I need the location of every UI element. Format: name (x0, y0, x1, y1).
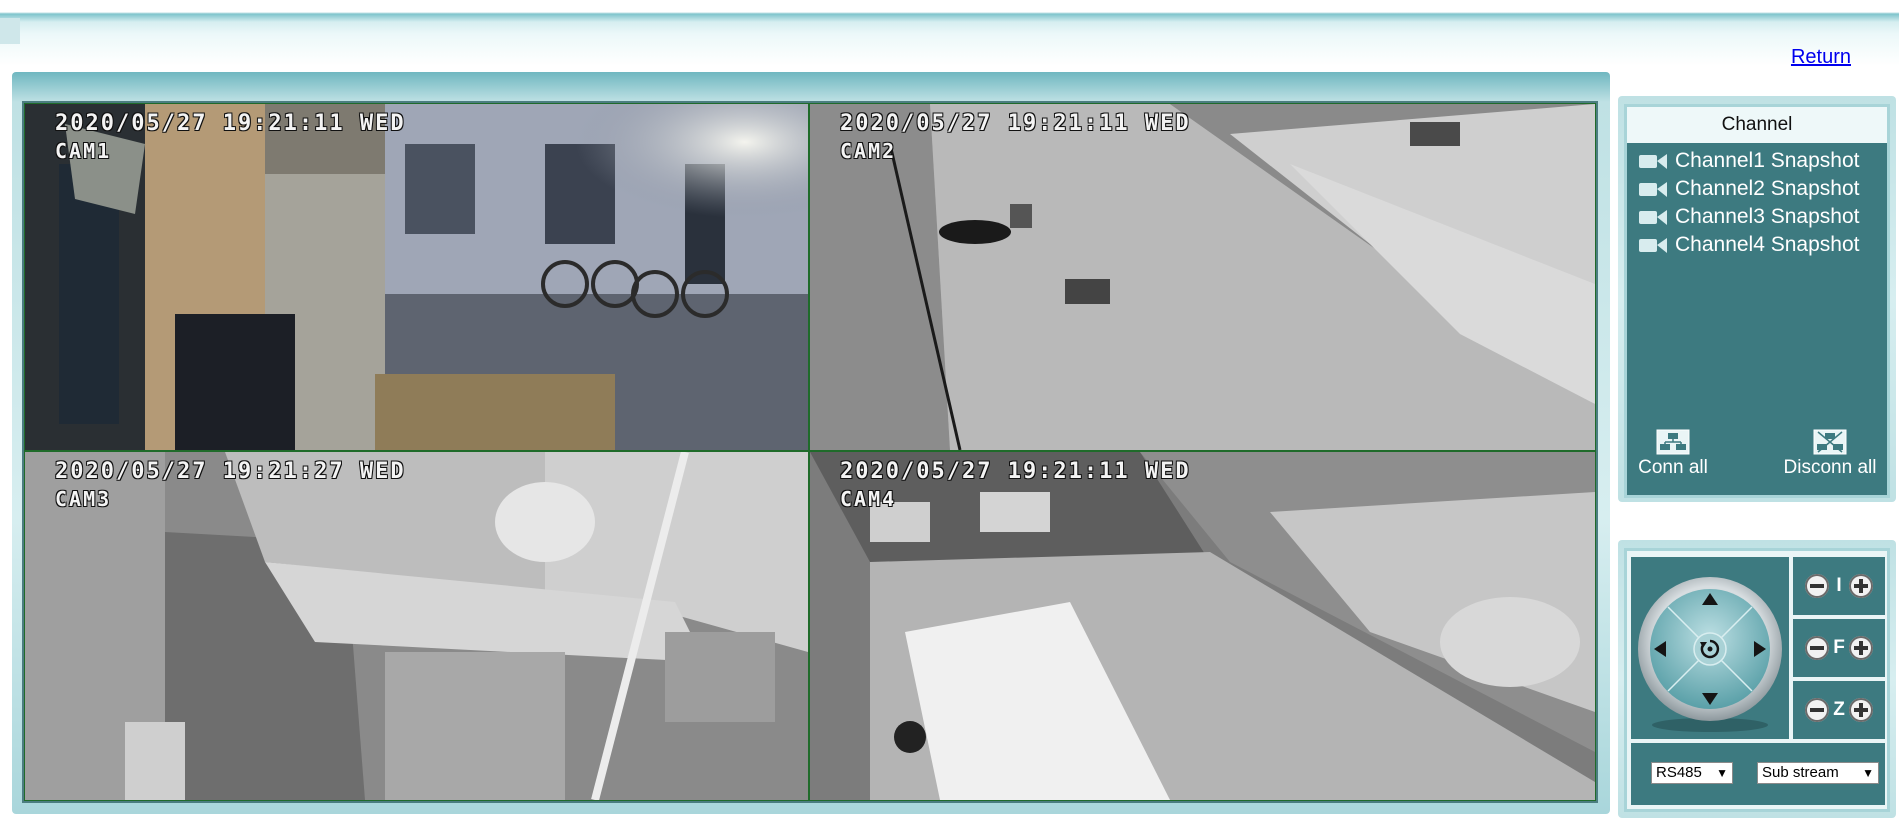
channel-2-snapshot-item[interactable]: Channel2 Snapshot (1637, 175, 1887, 203)
network-disconnect-icon (1813, 429, 1847, 455)
camera-image-1 (25, 104, 808, 450)
chevron-down-icon: ▼ (1716, 766, 1728, 780)
iris-label: I (1836, 575, 1842, 596)
channel-panel-title: Channel (1627, 107, 1887, 143)
camera-image-4 (810, 452, 1595, 800)
camera-2-label: CAM2 (840, 139, 897, 163)
arrow-up-icon (1702, 593, 1718, 605)
focus-plus-button[interactable] (1849, 636, 1873, 660)
camera-3-label: CAM3 (55, 487, 112, 511)
rotate-icon (1700, 639, 1720, 659)
camera-icon (1637, 179, 1671, 199)
camera-view-2[interactable]: 2020/05/27 19:21:11 WED CAM2 (809, 103, 1596, 451)
iris-minus-button[interactable] (1805, 574, 1829, 598)
chevron-down-icon: ▼ (1862, 766, 1874, 780)
camera-1-label: CAM1 (55, 139, 112, 163)
iris-plus-button[interactable] (1849, 574, 1873, 598)
camera-view-1[interactable]: 2020/05/27 19:21:11 WED CAM1 (24, 103, 809, 451)
return-link[interactable]: Return (1791, 46, 1851, 69)
pan-right-button[interactable] (1752, 639, 1768, 659)
ptz-joystick-area (1631, 557, 1789, 739)
channel-4-snapshot-label: Channel4 Snapshot (1675, 233, 1860, 256)
zoom-control: Z (1793, 681, 1885, 739)
pan-down-button[interactable] (1700, 691, 1720, 707)
camera-image-2 (810, 104, 1595, 450)
header-tab-marker (0, 18, 20, 44)
pan-up-button[interactable] (1700, 591, 1720, 607)
camera-1-timestamp: 2020/05/27 19:21:11 WED (55, 111, 406, 136)
pan-left-button[interactable] (1652, 639, 1668, 659)
camera-4-label: CAM4 (840, 487, 897, 511)
video-grid: 2020/05/27 19:21:11 WED CAM1 2020/05/27 … (22, 101, 1598, 803)
stream-select-value: Sub stream (1762, 764, 1839, 781)
arrow-left-icon (1654, 641, 1666, 657)
channel-list: Channel1 Snapshot Channel2 Snapshot Chan… (1637, 147, 1887, 259)
focus-minus-button[interactable] (1805, 636, 1829, 660)
connect-all-label: Conn all (1638, 457, 1708, 478)
camera-4-timestamp: 2020/05/27 19:21:11 WED (840, 459, 1191, 484)
camera-view-3[interactable]: 2020/05/27 19:21:27 WED CAM3 (24, 451, 809, 801)
disconnect-all-label: Disconn all (1783, 457, 1877, 478)
focus-control: F (1793, 619, 1885, 677)
stream-select[interactable]: Sub stream ▼ (1757, 762, 1879, 784)
top-header-bar (0, 0, 1899, 68)
zoom-label: Z (1833, 699, 1845, 720)
camera-icon (1637, 151, 1671, 171)
channel-1-snapshot-item[interactable]: Channel1 Snapshot (1637, 147, 1887, 175)
disconnect-all-button[interactable]: Disconn all (1775, 429, 1885, 479)
camera-icon (1637, 207, 1671, 227)
zoom-plus-button[interactable] (1849, 698, 1873, 722)
protocol-select-value: RS485 (1656, 764, 1702, 781)
ptz-settings-row: RS485 ▼ Sub stream ▼ (1631, 743, 1885, 805)
arrow-right-icon (1754, 641, 1766, 657)
camera-image-3 (25, 452, 808, 800)
network-connect-icon (1656, 429, 1690, 455)
connection-controls: Conn all Disconn all (1627, 429, 1887, 495)
protocol-select[interactable]: RS485 ▼ (1651, 762, 1733, 784)
channel-3-snapshot-item[interactable]: Channel3 Snapshot (1637, 203, 1887, 231)
camera-2-timestamp: 2020/05/27 19:21:11 WED (840, 111, 1191, 136)
connect-all-button[interactable]: Conn all (1633, 429, 1713, 479)
zoom-minus-button[interactable] (1805, 698, 1829, 722)
camera-view-4[interactable]: 2020/05/27 19:21:11 WED CAM4 (809, 451, 1596, 801)
camera-3-timestamp: 2020/05/27 19:21:27 WED (55, 459, 406, 484)
channel-2-snapshot-label: Channel2 Snapshot (1675, 177, 1860, 200)
channel-4-snapshot-item[interactable]: Channel4 Snapshot (1637, 231, 1887, 259)
camera-icon (1637, 235, 1671, 255)
iris-control: I (1793, 557, 1885, 615)
channel-3-snapshot-label: Channel3 Snapshot (1675, 205, 1860, 228)
focus-label: F (1833, 637, 1845, 658)
auto-rotate-button[interactable] (1698, 637, 1722, 661)
channel-1-snapshot-label: Channel1 Snapshot (1675, 149, 1860, 172)
channel-panel: Channel Channel1 Snapshot Channel2 Snaps… (1624, 104, 1890, 498)
arrow-down-icon (1702, 693, 1718, 705)
ptz-panel: I F Z RS485 ▼ Sub stream ▼ (1624, 548, 1890, 812)
